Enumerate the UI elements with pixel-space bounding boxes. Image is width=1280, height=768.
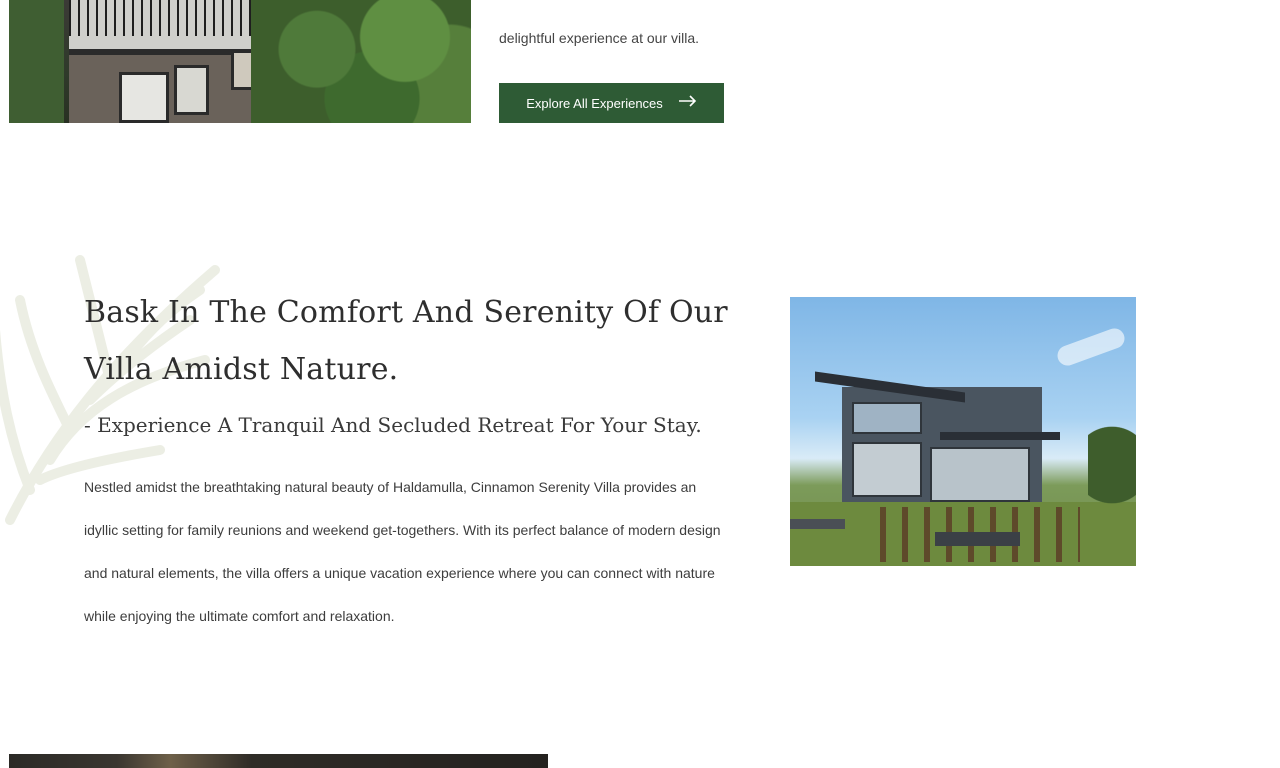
section-body-text: Nestled amidst the breathtaking natural …: [84, 479, 721, 624]
villa-exterior-photo: [790, 297, 1136, 566]
section-subheadline: - Experience A Tranquil And Secluded Ret…: [84, 413, 702, 437]
arrow-right-icon: [678, 95, 697, 111]
explore-button-label: Explore All Experiences: [526, 95, 663, 111]
section-headline: Bask In The Comfort And Serenity Of Our …: [84, 295, 728, 387]
page: delightful experience at our villa. Expl…: [0, 0, 1280, 768]
villa-balcony-photo: [9, 0, 471, 123]
explore-all-experiences-button[interactable]: Explore All Experiences: [499, 83, 724, 123]
experiences-paragraph-tail: delightful experience at our villa.: [499, 30, 700, 46]
interior-photo: [9, 754, 548, 768]
